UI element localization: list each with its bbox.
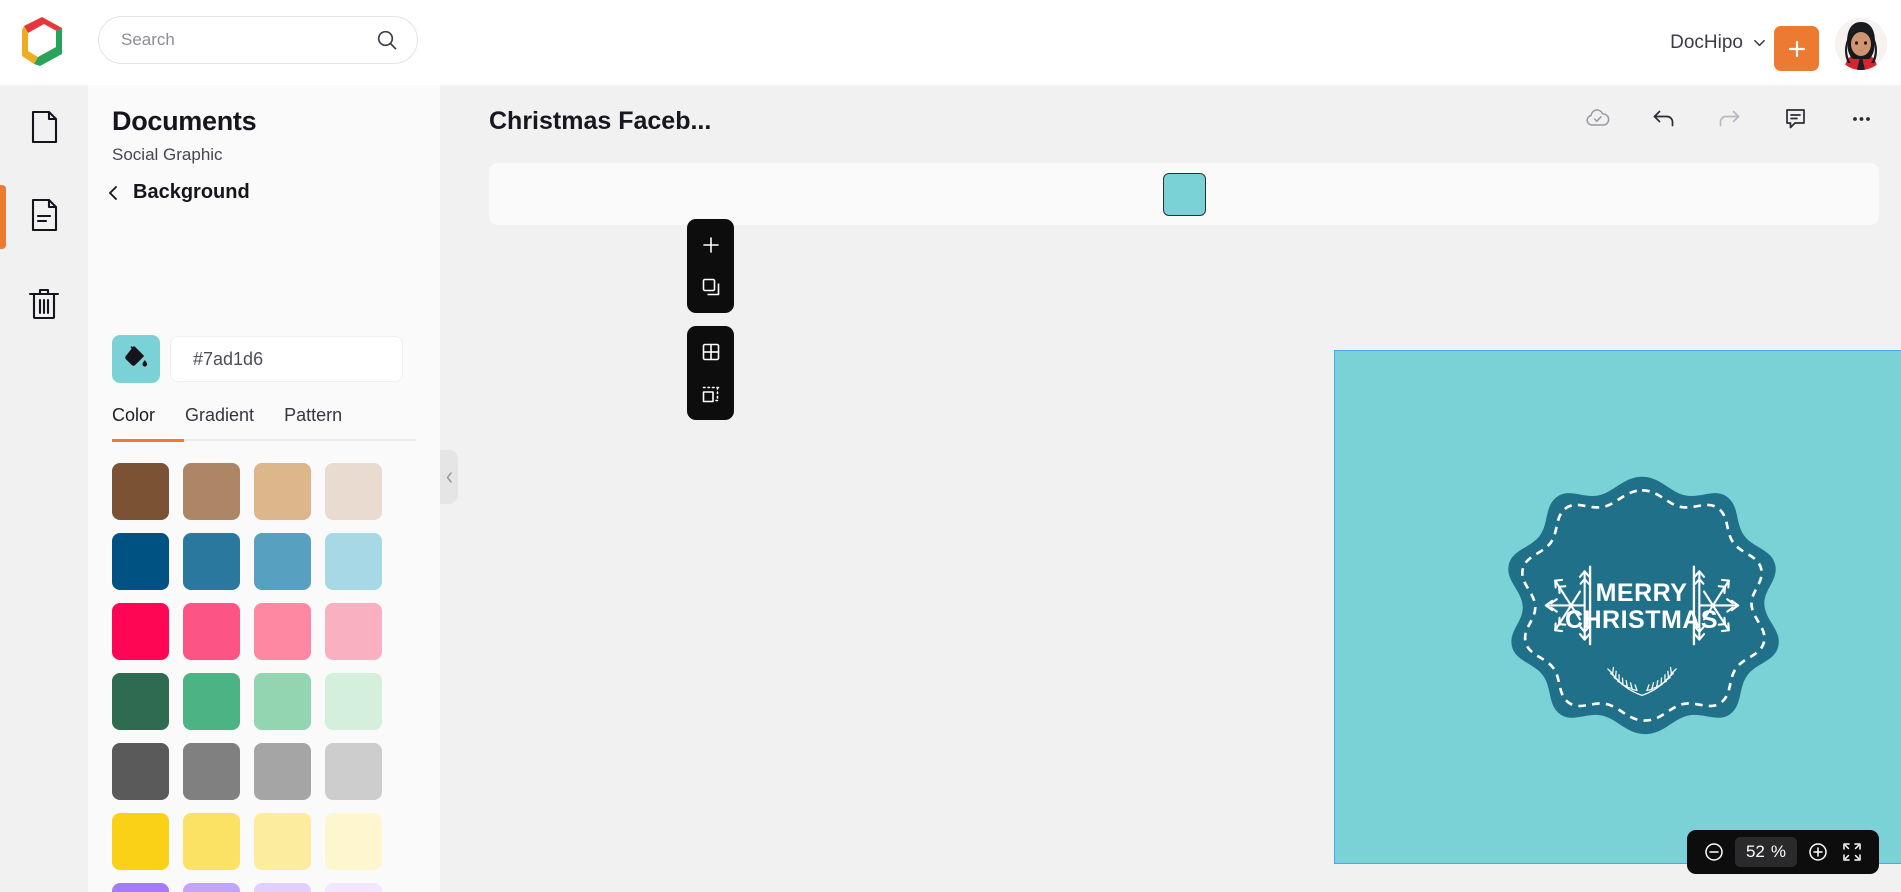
palette-swatch[interactable] bbox=[112, 813, 169, 870]
color-palette-grid bbox=[112, 463, 422, 892]
chevron-down-icon[interactable] bbox=[1752, 35, 1767, 50]
palette-swatch[interactable] bbox=[112, 883, 169, 892]
palette-swatch[interactable] bbox=[254, 883, 311, 892]
sidebar-item-trash[interactable] bbox=[0, 261, 88, 349]
palette-swatch[interactable] bbox=[183, 743, 240, 800]
palette-swatch[interactable] bbox=[183, 533, 240, 590]
panel-collapse-handle[interactable] bbox=[440, 450, 458, 504]
palette-swatch[interactable] bbox=[254, 603, 311, 660]
palette-swatch[interactable] bbox=[325, 743, 382, 800]
account-name: DocHipo bbox=[1670, 31, 1743, 53]
dochipo-logo-icon[interactable] bbox=[14, 12, 70, 68]
palette-swatch[interactable] bbox=[183, 883, 240, 892]
hex-input[interactable] bbox=[193, 348, 402, 370]
redo-icon[interactable] bbox=[1714, 103, 1744, 133]
palette-swatch[interactable] bbox=[112, 673, 169, 730]
palette-swatch[interactable] bbox=[183, 813, 240, 870]
top-bar: DocHipo bbox=[0, 0, 1901, 85]
palette-swatch[interactable] bbox=[325, 883, 382, 892]
tab-underline-track bbox=[112, 439, 416, 442]
back-to-background[interactable]: Background bbox=[106, 181, 250, 204]
palette-swatch[interactable] bbox=[112, 533, 169, 590]
create-new-button[interactable] bbox=[1774, 26, 1819, 71]
duplicate-page-button[interactable] bbox=[694, 270, 728, 304]
element-fill-swatch[interactable] bbox=[1162, 172, 1206, 216]
left-rail bbox=[0, 85, 88, 892]
palette-swatch[interactable] bbox=[254, 743, 311, 800]
canvas-floating-tools bbox=[687, 219, 734, 420]
badge-headline-line1: MERRY bbox=[1595, 579, 1688, 607]
zoom-number: 52 bbox=[1745, 842, 1765, 861]
palette-swatch[interactable] bbox=[254, 463, 311, 520]
hex-field[interactable] bbox=[170, 336, 403, 382]
zoom-level[interactable]: 52 % bbox=[1734, 837, 1797, 867]
tab-color[interactable]: Color bbox=[112, 405, 155, 439]
document-lines-icon bbox=[24, 195, 64, 240]
background-color-row bbox=[112, 335, 403, 383]
chevron-left-icon[interactable] bbox=[106, 184, 120, 202]
back-label: Background bbox=[133, 181, 250, 203]
zoom-unit: % bbox=[1770, 842, 1786, 861]
christmas-badge[interactable]: MERRY CHRISTMAS bbox=[1487, 452, 1797, 762]
panel-subtitle: Social Graphic bbox=[112, 145, 223, 164]
search-input[interactable] bbox=[121, 17, 375, 63]
palette-swatch[interactable] bbox=[254, 533, 311, 590]
palette-swatch[interactable] bbox=[325, 603, 382, 660]
editor-main: Christmas Faceb... MERRY CHRISTMAS 52 % bbox=[440, 85, 1901, 892]
zoom-out-button[interactable] bbox=[1701, 839, 1727, 865]
fill-type-tabs: Color Gradient Pattern bbox=[112, 405, 416, 442]
undo-icon[interactable] bbox=[1648, 103, 1678, 133]
zoom-in-button[interactable] bbox=[1805, 839, 1831, 865]
palette-swatch[interactable] bbox=[183, 603, 240, 660]
grid-icon[interactable] bbox=[694, 335, 728, 369]
palette-swatch[interactable] bbox=[254, 813, 311, 870]
palette-swatch[interactable] bbox=[254, 673, 311, 730]
tab-active-underline bbox=[112, 439, 184, 442]
palette-swatch[interactable] bbox=[183, 673, 240, 730]
avatar[interactable] bbox=[1835, 18, 1887, 70]
zoom-controls: 52 % bbox=[1686, 830, 1879, 874]
sidebar-item-document[interactable] bbox=[0, 173, 88, 261]
badge-headline: MERRY CHRISTMAS bbox=[1565, 580, 1718, 634]
palette-swatch[interactable] bbox=[325, 673, 382, 730]
fullscreen-icon[interactable] bbox=[1839, 839, 1865, 865]
artboard[interactable]: MERRY CHRISTMAS bbox=[1334, 350, 1901, 864]
add-page-button[interactable] bbox=[694, 228, 728, 262]
trash-icon bbox=[24, 283, 64, 328]
account-menu[interactable]: DocHipo bbox=[1670, 0, 1767, 85]
page-tools-group bbox=[687, 219, 734, 313]
paint-bucket-icon bbox=[123, 344, 149, 375]
palette-swatch[interactable] bbox=[325, 813, 382, 870]
document-title[interactable]: Christmas Faceb... bbox=[489, 107, 711, 136]
app-root: DocHipo bbox=[0, 0, 1901, 892]
background-panel: Documents Social Graphic Background #7ad… bbox=[88, 85, 440, 892]
blank-page-icon bbox=[24, 107, 64, 152]
palette-swatch[interactable] bbox=[325, 533, 382, 590]
sidebar-item-pages[interactable] bbox=[0, 85, 88, 173]
property-bar bbox=[489, 163, 1879, 225]
tab-pattern[interactable]: Pattern bbox=[284, 405, 342, 439]
page-title: Documents bbox=[112, 106, 257, 136]
palette-swatch[interactable] bbox=[112, 463, 169, 520]
badge-headline-line2: CHRISTMAS bbox=[1564, 606, 1719, 634]
current-background-swatch[interactable] bbox=[112, 335, 160, 383]
tab-gradient[interactable]: Gradient bbox=[185, 405, 254, 439]
palette-swatch[interactable] bbox=[325, 463, 382, 520]
cloud-check-icon[interactable] bbox=[1582, 103, 1612, 133]
layout-tools-group bbox=[687, 326, 734, 420]
crop-select-icon[interactable] bbox=[694, 377, 728, 411]
more-horizontal-icon[interactable] bbox=[1846, 103, 1876, 133]
palette-swatch[interactable] bbox=[112, 603, 169, 660]
palette-swatch[interactable] bbox=[112, 743, 169, 800]
search-box[interactable] bbox=[98, 16, 418, 64]
comment-icon[interactable] bbox=[1780, 103, 1810, 133]
palette-swatch[interactable] bbox=[183, 463, 240, 520]
document-toolbar bbox=[1582, 103, 1876, 133]
search-icon[interactable] bbox=[375, 28, 399, 52]
